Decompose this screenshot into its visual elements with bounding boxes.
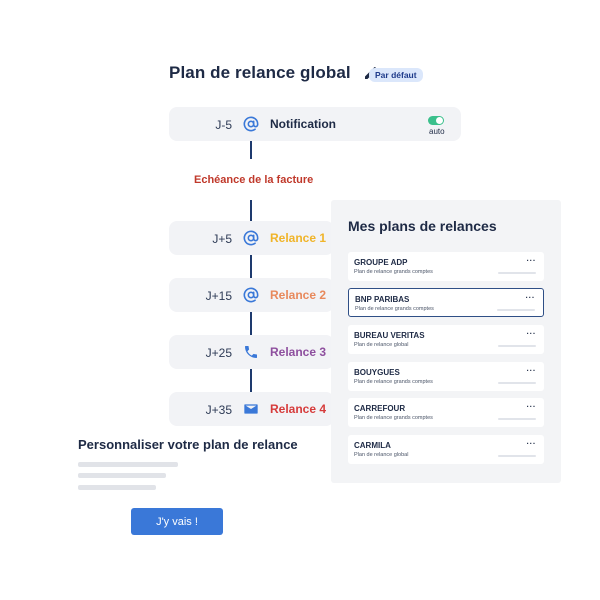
timeline-line xyxy=(250,369,252,393)
plan-card-bureau-veritas[interactable]: BUREAU VERITAS Plan de relance global ··… xyxy=(348,325,544,354)
plan-card-bouygues[interactable]: BOUYGUES Plan de relance grands comptes … xyxy=(348,362,544,391)
placeholder-bar xyxy=(498,455,536,457)
phone-icon xyxy=(245,346,257,358)
plan-card-bnp-paribas[interactable]: BNP PARIBAS Plan de relance grands compt… xyxy=(348,288,544,317)
page-title: Plan de relance global xyxy=(169,63,351,82)
at-sign-icon xyxy=(243,287,259,303)
auto-toggle[interactable] xyxy=(428,116,444,125)
plan-name: BUREAU VERITAS xyxy=(354,331,425,340)
step-relance-3[interactable]: J+25 Relance 3 xyxy=(169,335,334,369)
plan-subtitle: Plan de relance grands comptes xyxy=(354,269,433,275)
at-sign-icon xyxy=(243,116,259,132)
placeholder-bar xyxy=(497,309,535,311)
step-label: Relance 1 xyxy=(270,231,327,245)
title-row: Plan de relance global xyxy=(169,63,379,83)
step-day: J-5 xyxy=(215,118,232,132)
step-label: Relance 2 xyxy=(270,288,327,302)
toggle-label: auto xyxy=(429,127,445,136)
placeholder-bar xyxy=(498,345,536,347)
step-notification[interactable]: J-5 Notification auto xyxy=(169,107,461,141)
placeholder-bar xyxy=(498,382,536,384)
plan-name: BOUYGUES xyxy=(354,368,400,377)
plan-name: CARMILA xyxy=(354,441,391,450)
go-button[interactable]: J'y vais ! xyxy=(131,508,223,535)
plan-name: BNP PARIBAS xyxy=(355,295,410,304)
plans-panel: Mes plans de relances GROUPE ADP Plan de… xyxy=(331,200,561,483)
placeholder-bar xyxy=(498,272,536,274)
plan-card-carrefour[interactable]: CARREFOUR Plan de relance grands comptes… xyxy=(348,398,544,427)
plan-card-carmila[interactable]: CARMILA Plan de relance global ··· xyxy=(348,435,544,464)
step-day: J+25 xyxy=(205,346,232,360)
customize-title: Personnaliser votre plan de relance xyxy=(78,437,298,452)
step-relance-2[interactable]: J+15 Relance 2 xyxy=(169,278,334,312)
plans-panel-title: Mes plans de relances xyxy=(348,218,497,234)
plan-subtitle: Plan de relance grands comptes xyxy=(354,415,433,421)
step-relance-1[interactable]: J+5 Relance 1 xyxy=(169,221,334,255)
text-placeholder-line xyxy=(78,473,166,478)
more-options-icon[interactable]: ··· xyxy=(527,329,537,338)
envelope-icon xyxy=(244,404,258,414)
text-placeholder-line xyxy=(78,462,178,467)
plan-card-groupe-adp[interactable]: GROUPE ADP Plan de relance grands compte… xyxy=(348,252,544,281)
timeline-line xyxy=(250,141,252,159)
step-label: Relance 3 xyxy=(270,345,327,359)
plan-subtitle: Plan de relance global xyxy=(354,342,409,348)
more-options-icon[interactable]: ··· xyxy=(527,439,537,448)
at-sign-icon xyxy=(243,230,259,246)
step-label: Notification xyxy=(270,117,336,131)
step-day: J+35 xyxy=(205,403,232,417)
plan-name: GROUPE ADP xyxy=(354,258,408,267)
text-placeholder-line xyxy=(78,485,156,490)
step-day: J+5 xyxy=(212,232,232,246)
timeline-line xyxy=(250,255,252,279)
placeholder-bar xyxy=(498,418,536,420)
plan-subtitle: Plan de relance grands comptes xyxy=(354,379,433,385)
timeline-line xyxy=(250,312,252,336)
more-options-icon[interactable]: ··· xyxy=(527,402,537,411)
timeline-line xyxy=(250,200,252,222)
step-label: Relance 4 xyxy=(270,402,327,416)
plan-name: CARREFOUR xyxy=(354,404,406,413)
more-options-icon[interactable]: ··· xyxy=(527,256,537,265)
plan-subtitle: Plan de relance grands comptes xyxy=(355,306,434,312)
step-relance-4[interactable]: J+35 Relance 4 xyxy=(169,392,334,426)
default-badge: Par défaut xyxy=(369,68,423,82)
more-options-icon[interactable]: ··· xyxy=(527,366,537,375)
step-day: J+15 xyxy=(205,289,232,303)
due-date-label: Echéance de la facture xyxy=(194,174,314,186)
plan-subtitle: Plan de relance global xyxy=(354,452,409,458)
more-options-icon[interactable]: ··· xyxy=(526,293,536,302)
